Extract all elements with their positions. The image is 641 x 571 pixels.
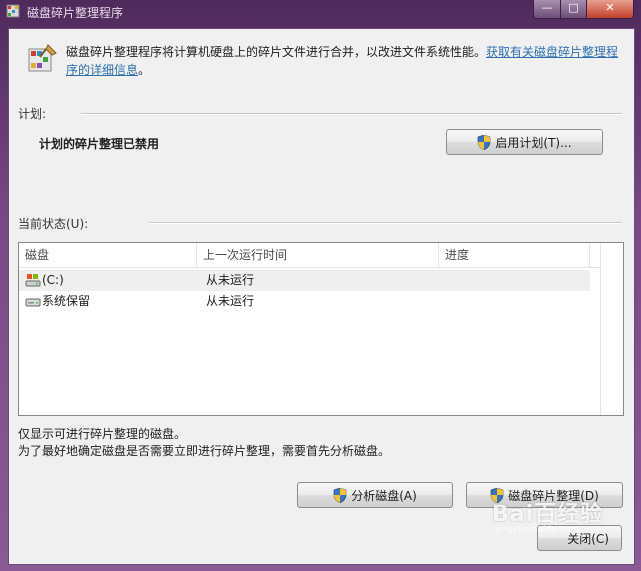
description-suffix: 。 bbox=[138, 63, 151, 77]
header-description: 磁盘碎片整理程序将计算机硬盘上的碎片文件进行合并，以改进文件系统性能。获取有关磁… bbox=[66, 43, 622, 79]
schedule-label: 计划: bbox=[18, 107, 47, 121]
column-header-last-run[interactable]: 上一次运行时间 bbox=[197, 243, 439, 267]
analyze-disk-label: 分析磁盘(A) bbox=[351, 488, 417, 503]
disk-list-scrollbar[interactable] bbox=[600, 243, 623, 415]
watermark-url: jingyan.baidu.com bbox=[496, 525, 580, 535]
status-divider bbox=[149, 222, 622, 224]
last-run-time: 从未运行 bbox=[206, 294, 255, 308]
drive-icon bbox=[25, 298, 41, 307]
disk-list[interactable]: 磁盘 上一次运行时间 进度 (C:) 从未运行 系统保留 从未运行 bbox=[18, 242, 624, 416]
dialog-client-area: 磁盘碎片整理程序将计算机硬盘上的碎片文件进行合并，以改进文件系统性能。获取有关磁… bbox=[8, 28, 635, 565]
note-analyze-first: 为了最好地确定磁盘是否需要立即进行碎片整理，需要首先分析磁盘。 bbox=[18, 444, 391, 458]
schedule-status: 计划的碎片整理已禁用 bbox=[39, 137, 160, 151]
analyze-disk-button[interactable]: 分析磁盘(A) bbox=[297, 482, 453, 508]
disk-list-header: 磁盘 上一次运行时间 进度 bbox=[19, 243, 623, 268]
window-title: 磁盘碎片整理程序 bbox=[27, 6, 124, 20]
watermark-logo: Bai百经验 bbox=[492, 502, 604, 527]
enable-schedule-label: 启用计划(T)... bbox=[495, 135, 572, 150]
uac-shield-icon bbox=[333, 487, 347, 503]
disk-name: 系统保留 bbox=[42, 294, 91, 308]
defrag-header-icon bbox=[28, 44, 57, 72]
column-header-progress[interactable]: 进度 bbox=[439, 243, 590, 267]
title-bar[interactable]: 磁盘碎片整理程序 — □ ✕ bbox=[0, 0, 641, 22]
last-run-time: 从未运行 bbox=[206, 273, 255, 287]
system-drive-icon bbox=[25, 274, 41, 287]
defrag-app-icon bbox=[6, 4, 20, 18]
description-text: 磁盘碎片整理程序将计算机硬盘上的碎片文件进行合并，以改进文件系统性能。 bbox=[66, 45, 487, 59]
uac-shield-icon bbox=[478, 134, 491, 150]
disk-name: (C:) bbox=[42, 273, 64, 287]
window-frame: 磁盘碎片整理程序 — □ ✕ 磁盘碎片整理程序将计算机硬盘上的碎片文件进行合并，… bbox=[0, 0, 641, 571]
schedule-divider bbox=[81, 113, 622, 115]
minimize-button[interactable]: — bbox=[533, 0, 561, 19]
note-disks-shown: 仅显示可进行碎片整理的磁盘。 bbox=[18, 427, 187, 441]
close-window-button[interactable]: ✕ bbox=[586, 0, 634, 19]
table-row[interactable]: (C:) 从未运行 bbox=[19, 270, 590, 291]
maximize-button[interactable]: □ bbox=[560, 0, 587, 19]
enable-schedule-button[interactable]: 启用计划(T)... bbox=[446, 129, 603, 155]
table-row[interactable]: 系统保留 从未运行 bbox=[19, 291, 590, 312]
current-status-label: 当前状态(U): bbox=[18, 217, 89, 231]
column-header-disk[interactable]: 磁盘 bbox=[19, 243, 197, 267]
